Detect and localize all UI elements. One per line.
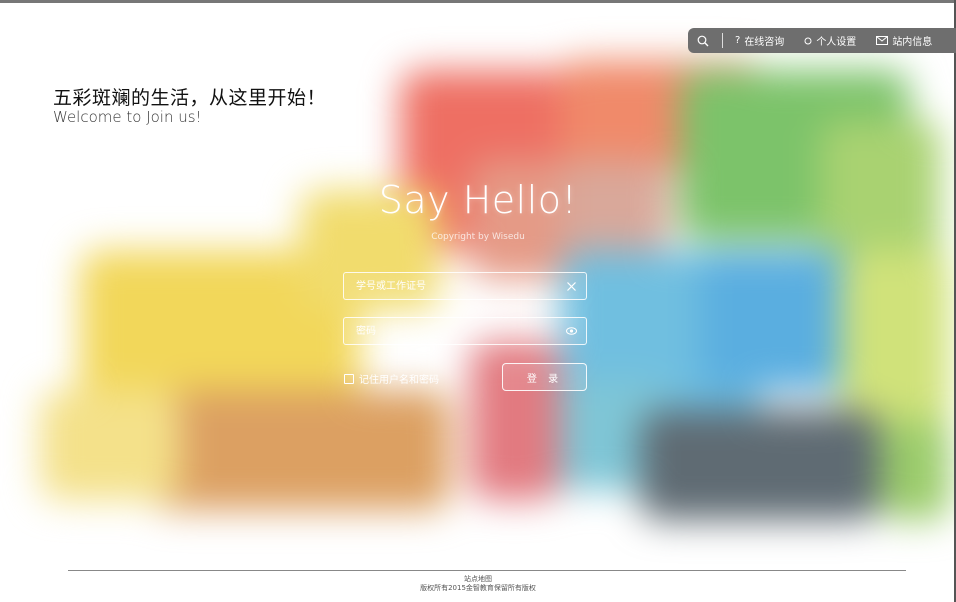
search-button[interactable] [688, 35, 718, 47]
username-input[interactable] [356, 273, 556, 299]
password-input[interactable] [356, 318, 556, 344]
footer-divider [68, 570, 906, 571]
top-border [0, 0, 956, 3]
circle-icon [804, 37, 812, 44]
username-field [343, 272, 587, 300]
question-icon: ? [735, 35, 741, 46]
personal-settings-label: 个人设置 [816, 37, 857, 48]
remember-me[interactable]: 记住用户名和密码 [344, 371, 439, 386]
mail-icon [876, 36, 889, 45]
toolbar-divider [722, 33, 723, 48]
online-consult-label: 在线咨询 [744, 37, 785, 48]
remember-checkbox[interactable] [344, 373, 354, 384]
personal-settings-link[interactable]: 个人设置 [804, 33, 856, 48]
site-messages-link[interactable]: 站内信息 [876, 33, 932, 48]
clear-button[interactable] [564, 279, 578, 293]
eye-icon [565, 327, 577, 335]
close-icon [566, 281, 576, 291]
login-button[interactable]: 登 录 [502, 363, 587, 391]
top-toolbar: ? 在线咨询 个人设置 站内信息 [688, 28, 956, 53]
site-messages-label: 站内信息 [892, 37, 933, 48]
online-consult-link[interactable]: ? 在线咨询 [735, 33, 784, 48]
copyright-text: Copyright by Wisedu [431, 232, 525, 242]
copyright-footer: 版权所有2015金智教育保留所有版权 [420, 584, 536, 592]
login-page: ? 在线咨询 个人设置 站内信息 五彩斑斓的生活，从这里开始！ Welcome … [0, 0, 956, 602]
show-password-button[interactable] [564, 324, 578, 338]
hero-title: 五彩斑斓的生活，从这里开始！ [53, 87, 327, 109]
remember-label: 记住用户名和密码 [359, 375, 439, 386]
hero-subtitle: Welcome to Join us! [53, 108, 202, 126]
login-heading: Say Hello! [378, 178, 578, 222]
password-field [343, 317, 587, 345]
search-icon [697, 35, 709, 46]
